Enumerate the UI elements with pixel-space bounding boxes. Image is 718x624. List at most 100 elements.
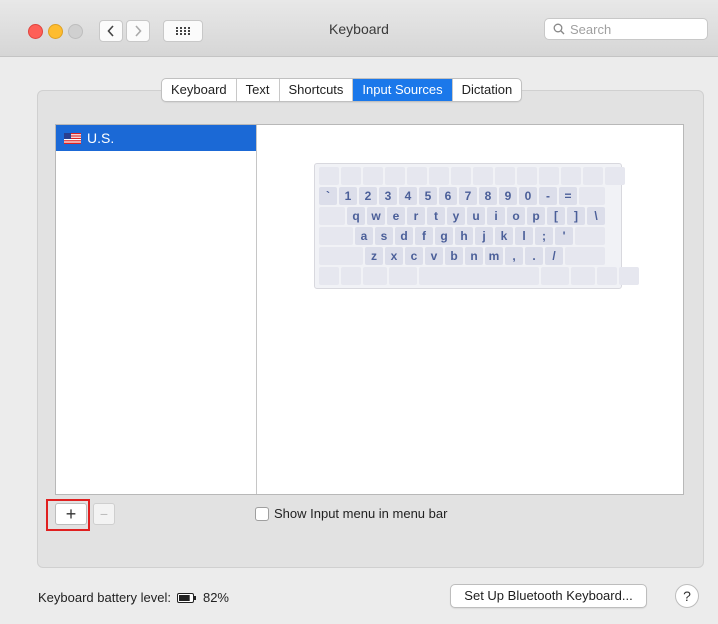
- blank-key: [495, 167, 515, 185]
- tab-input-sources[interactable]: Input Sources: [353, 79, 453, 101]
- key: ': [555, 227, 573, 245]
- key: `: [319, 187, 337, 205]
- key: a: [355, 227, 373, 245]
- key: q: [347, 207, 365, 225]
- key: k: [495, 227, 513, 245]
- key: =: [559, 187, 577, 205]
- show-input-menu-checkbox[interactable]: [255, 507, 269, 521]
- tab-bar: Keyboard Text Shortcuts Input Sources Di…: [161, 78, 523, 102]
- key: m: [485, 247, 503, 265]
- keyboard-preferences-window: Keyboard Search Keyboard Text Shortcuts …: [0, 0, 718, 624]
- blank-key: [419, 267, 539, 285]
- blank-key: [385, 167, 405, 185]
- input-source-us[interactable]: U.S.: [56, 125, 256, 151]
- key: r: [407, 207, 425, 225]
- search-icon: [553, 23, 565, 35]
- blank-key: [619, 267, 639, 285]
- blank-key: [539, 167, 559, 185]
- blank-key: [363, 167, 383, 185]
- blank-key: [571, 267, 595, 285]
- blank-key: [565, 247, 605, 265]
- key: p: [527, 207, 545, 225]
- remove-icon: −: [99, 506, 109, 522]
- blank-key: [561, 167, 581, 185]
- battery-percent: 82%: [202, 590, 229, 605]
- key: ,: [505, 247, 523, 265]
- search-field[interactable]: Search: [544, 18, 708, 40]
- key: 7: [459, 187, 477, 205]
- key: x: [385, 247, 403, 265]
- blank-key: [575, 227, 605, 245]
- tab-keyboard[interactable]: Keyboard: [162, 79, 237, 101]
- key: i: [487, 207, 505, 225]
- key: -: [539, 187, 557, 205]
- keyboard-row-zxcv: z x c v b n m,. /: [319, 247, 617, 265]
- key: u: [467, 207, 485, 225]
- blank-key: [517, 167, 537, 185]
- blank-key: [429, 167, 449, 185]
- key: s: [375, 227, 393, 245]
- us-flag-icon: [64, 132, 81, 144]
- blank-key: [605, 167, 625, 185]
- key: j: [475, 227, 493, 245]
- add-icon: +: [65, 504, 77, 524]
- keyboard-row-bottom: [319, 267, 639, 285]
- key: 8: [479, 187, 497, 205]
- key: .: [525, 247, 543, 265]
- key: g: [435, 227, 453, 245]
- battery-label: Keyboard battery level:: [38, 590, 171, 605]
- key: l: [515, 227, 533, 245]
- key: t: [427, 207, 445, 225]
- key: d: [395, 227, 413, 245]
- key: n: [465, 247, 483, 265]
- keyboard-row-fn: [319, 167, 625, 185]
- blank-key: [597, 267, 617, 285]
- key: b: [445, 247, 463, 265]
- key: v: [425, 247, 443, 265]
- key: 6: [439, 187, 457, 205]
- key: c: [405, 247, 423, 265]
- key: 9: [499, 187, 517, 205]
- key: e: [387, 207, 405, 225]
- keyboard-layout-preview: ` 1 2 3 4 5 6 7 8 9 0- = q w e r t y u i o p[] \ a s d f g h j k l; ' …: [314, 163, 639, 289]
- blank-key: [341, 267, 361, 285]
- setup-bluetooth-keyboard-button[interactable]: Set Up Bluetooth Keyboard...: [450, 584, 647, 608]
- keyboard-row-numbers: ` 1 2 3 4 5 6 7 8 9 0- =: [319, 187, 617, 205]
- battery-level: Keyboard battery level: 82%: [38, 590, 229, 605]
- key: f: [415, 227, 433, 245]
- search-placeholder: Search: [570, 21, 612, 37]
- key: [: [547, 207, 565, 225]
- key: w: [367, 207, 385, 225]
- blank-key: [389, 267, 417, 285]
- show-input-menu-label[interactable]: Show Input menu in menu bar: [274, 506, 447, 521]
- key: 0: [519, 187, 537, 205]
- blank-key: [541, 267, 569, 285]
- input-source-list[interactable]: U.S.: [56, 125, 257, 494]
- help-button[interactable]: ?: [675, 584, 699, 608]
- battery-icon: [176, 592, 196, 603]
- key: 5: [419, 187, 437, 205]
- keyboard-row-asdf: a s d f g h j k l; ': [319, 227, 617, 245]
- add-input-source-button[interactable]: +: [55, 503, 87, 525]
- tab-dictation[interactable]: Dictation: [453, 79, 522, 101]
- blank-key: [319, 207, 345, 225]
- input-sources-content: U.S. ` 1 2 3 4 5 6 7 8 9 0- = q w e r t y u i o p[] \ asdfghj…: [55, 124, 684, 495]
- blank-key: [319, 227, 353, 245]
- key: ;: [535, 227, 553, 245]
- key: h: [455, 227, 473, 245]
- tab-text[interactable]: Text: [237, 79, 280, 101]
- input-source-label: U.S.: [87, 130, 115, 146]
- key: 3: [379, 187, 397, 205]
- remove-input-source-button[interactable]: −: [93, 503, 115, 525]
- blank-key: [341, 167, 361, 185]
- blank-key: [583, 167, 603, 185]
- tab-shortcuts[interactable]: Shortcuts: [280, 79, 354, 101]
- blank-key: [407, 167, 427, 185]
- keyboard-row-qwerty: q w e r t y u i o p[] \: [319, 207, 617, 225]
- blank-key: [473, 167, 493, 185]
- key: 2: [359, 187, 377, 205]
- key: o: [507, 207, 525, 225]
- blank-key: [363, 267, 387, 285]
- key: ]: [567, 207, 585, 225]
- key: y: [447, 207, 465, 225]
